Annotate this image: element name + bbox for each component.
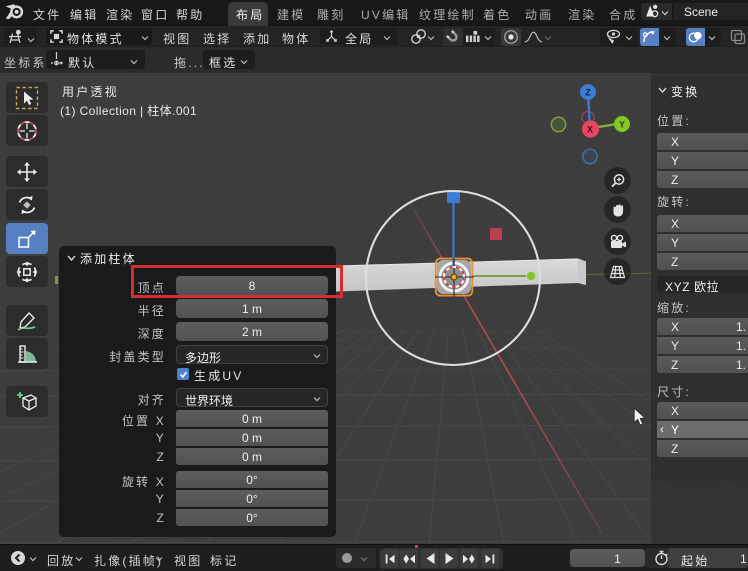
svg-text:X: X bbox=[587, 125, 593, 135]
svg-text:Z: Z bbox=[585, 88, 591, 98]
svg-text:Y: Y bbox=[619, 120, 625, 130]
